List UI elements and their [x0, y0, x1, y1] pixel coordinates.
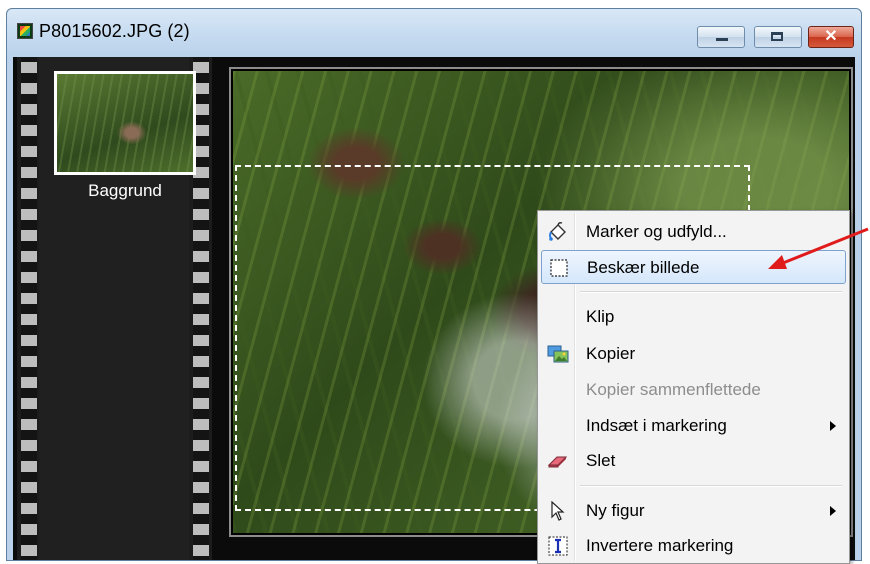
invert-selection-icon	[548, 536, 568, 556]
title-bar[interactable]: P8015602.JPG (2) ✕	[7, 9, 861, 55]
submenu-arrow-icon	[830, 421, 836, 431]
layer-thumbnail[interactable]	[54, 71, 196, 175]
layer-label: Baggrund	[88, 181, 162, 200]
close-icon: ✕	[824, 28, 838, 45]
filmstrip-sprocket-left	[21, 57, 37, 560]
layer-filmstrip: Baggrund	[17, 57, 212, 560]
menu-item-delete[interactable]: Slet	[541, 444, 846, 478]
close-button[interactable]: ✕	[808, 26, 854, 48]
pointer-arrow-icon	[551, 501, 565, 521]
menu-item-copy-merged[interactable]: Kopier sammenflettede	[541, 373, 846, 407]
image-file-icon	[17, 23, 33, 39]
menu-item-new-shape[interactable]: Ny figur	[541, 494, 846, 528]
menu-item-paste-into-selection[interactable]: Indsæt i markering	[541, 409, 846, 443]
window-title: P8015602.JPG (2)	[39, 21, 190, 41]
submenu-arrow-icon	[830, 506, 836, 516]
annotation-arrow	[768, 227, 869, 269]
menu-item-invert-selection[interactable]: Invertere markering	[541, 529, 846, 563]
maximize-icon	[771, 32, 783, 41]
minimize-icon	[716, 38, 728, 41]
menu-separator	[580, 291, 842, 293]
crop-selection-icon	[550, 259, 568, 277]
menu-item-copy[interactable]: Kopier	[541, 337, 846, 371]
menu-separator	[580, 485, 842, 487]
paint-bucket-icon	[549, 222, 566, 241]
eraser-icon	[547, 456, 568, 468]
menu-item-cut[interactable]: Klip	[541, 300, 846, 334]
maximize-button[interactable]	[754, 26, 802, 48]
minimize-button[interactable]	[697, 26, 745, 48]
copy-images-icon	[547, 345, 569, 363]
